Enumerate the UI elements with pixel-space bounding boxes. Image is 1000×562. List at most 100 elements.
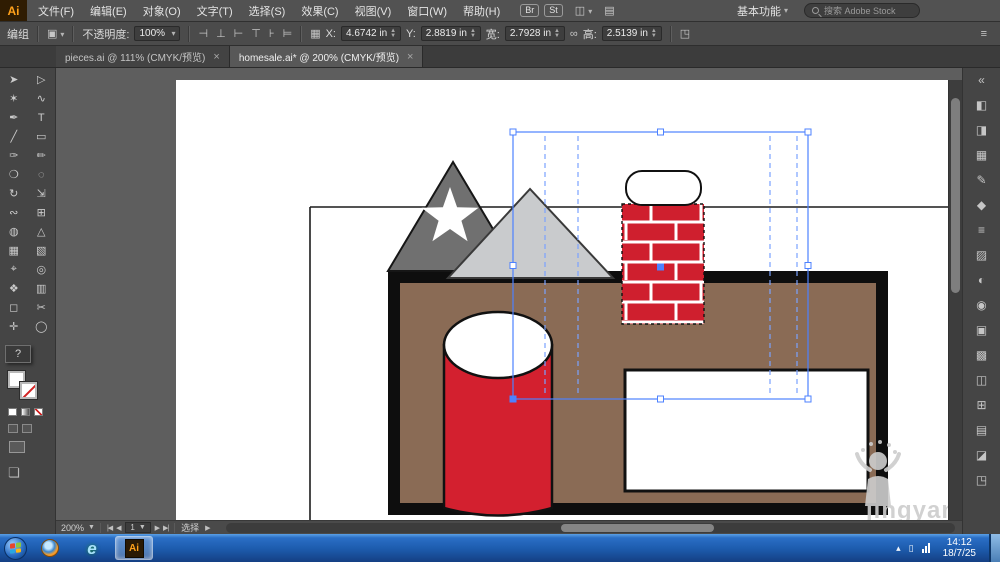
eyedropper-tool-icon[interactable]: ⌖ <box>0 260 28 279</box>
direct-selection-tool-icon[interactable]: ▷ <box>28 70 56 89</box>
align-h-center-icon[interactable]: ⊥ <box>216 27 226 40</box>
layers-panel-icon[interactable]: ▩ <box>967 345 997 365</box>
handle-top-center[interactable] <box>658 129 664 135</box>
rectangle-tool-icon[interactable]: ▭ <box>28 127 56 146</box>
y-input[interactable]: 2.8819 in▲▼ <box>421 26 481 41</box>
menu-item[interactable]: 效果(C) <box>293 3 346 19</box>
status-menu-arrow-icon[interactable]: ▶ <box>205 524 209 532</box>
network-icon[interactable] <box>922 543 930 553</box>
stroke-panel-icon[interactable]: ≡ <box>967 220 997 240</box>
swatches-panel-icon[interactable]: ▦ <box>967 145 997 165</box>
perspective-grid-tool-icon[interactable]: △ <box>28 222 56 241</box>
align-left-icon[interactable]: ⊣ <box>198 27 208 40</box>
align-bottom-icon[interactable]: ⊨ <box>283 27 293 40</box>
gradient-button[interactable] <box>21 408 30 416</box>
paintbrush-tool-icon[interactable]: ✑ <box>0 146 28 165</box>
screen-mode-button[interactable] <box>9 441 25 453</box>
stepper-icon[interactable]: ▲▼ <box>470 29 476 39</box>
zoom-tool-icon[interactable]: ◯ <box>28 317 56 336</box>
cylinder-top-ellipse[interactable] <box>444 312 552 378</box>
document-tab[interactable]: pieces.ai @ 111% (CMYK/预览) × <box>56 46 230 67</box>
vertical-scrollbar-thumb[interactable] <box>951 98 960 293</box>
symbols-panel-icon[interactable]: ◆ <box>967 195 997 215</box>
tab-close-icon[interactable]: × <box>213 51 219 63</box>
feedback-icon[interactable]: ❏ <box>8 465 55 481</box>
bridge-badge[interactable]: Br <box>520 4 539 18</box>
blob-brush-tool-icon[interactable]: ❍ <box>0 165 28 184</box>
symbol-sprayer-tool-icon[interactable]: ❖ <box>0 279 28 298</box>
vertical-scrollbar[interactable] <box>948 80 962 520</box>
menu-item[interactable]: 对象(O) <box>135 3 189 19</box>
type-tool-icon[interactable]: T <box>28 108 56 127</box>
lasso-tool-icon[interactable]: ∿ <box>28 89 56 108</box>
x-input[interactable]: 4.6742 in▲▼ <box>341 26 401 41</box>
document-tab[interactable]: homesale.ai* @ 200% (CMYK/预览) × <box>230 46 424 67</box>
align-right-icon[interactable]: ⊢ <box>234 27 244 40</box>
chimney-cap[interactable] <box>626 171 701 205</box>
none-button[interactable] <box>34 408 43 416</box>
handle-bottom-center[interactable] <box>658 396 664 402</box>
help-panel[interactable]: ? <box>5 345 31 363</box>
width-input[interactable]: 2.7928 in▲▼ <box>505 26 565 41</box>
fill-stroke-indicator[interactable] <box>8 371 40 401</box>
horizontal-scrollbar[interactable] <box>226 523 955 533</box>
artboard-number-input[interactable]: 1 ▼ <box>125 522 151 533</box>
canvas-area[interactable]: jingyan <box>56 68 962 534</box>
menu-item[interactable]: 视图(V) <box>347 3 400 19</box>
adobe-stock-search-input[interactable]: 搜索 Adobe Stock <box>804 3 920 18</box>
workspace-switcher[interactable]: 基本功能▾ <box>737 3 788 19</box>
window-rectangle[interactable] <box>625 370 868 491</box>
menu-item[interactable]: 文件(F) <box>30 3 82 19</box>
stroke-swatch[interactable] <box>20 382 37 399</box>
align-v-center-icon[interactable]: ⊦ <box>269 27 275 40</box>
shape-builder-tool-icon[interactable]: ◍ <box>0 222 28 241</box>
brushes-panel-icon[interactable]: ✎ <box>967 170 997 190</box>
opacity-input[interactable]: 100%▾ <box>134 26 180 41</box>
artboard[interactable]: jingyan <box>176 80 948 520</box>
last-artboard-icon[interactable]: ▶| <box>163 524 168 532</box>
stock-badge[interactable]: St <box>544 4 563 18</box>
handle-top-right[interactable] <box>805 129 811 135</box>
pen-tool-icon[interactable]: ✒ <box>0 108 28 127</box>
stepper-icon[interactable]: ▲▼ <box>554 29 560 39</box>
stepper-icon[interactable]: ▲▼ <box>390 29 396 39</box>
artboards-panel-icon[interactable]: ◫ <box>967 370 997 390</box>
pencil-tool-icon[interactable]: ✏ <box>28 146 56 165</box>
align-top-icon[interactable]: ⊤ <box>251 27 261 40</box>
artboard-tool-icon[interactable]: ◻ <box>0 298 28 317</box>
width-tool-icon[interactable]: ∾ <box>0 203 28 222</box>
draw-normal-button[interactable] <box>8 424 18 433</box>
mesh-tool-icon[interactable]: ▦ <box>0 241 28 260</box>
battery-icon[interactable]: ▯ <box>909 543 914 554</box>
next-artboard-icon[interactable]: ▶ <box>155 524 159 532</box>
handle-mid-right[interactable] <box>805 263 811 269</box>
first-artboard-icon[interactable]: |◀ <box>107 524 112 532</box>
menu-item[interactable]: 编辑(E) <box>82 3 135 19</box>
previous-artboard-icon[interactable]: ◀ <box>116 524 120 532</box>
layout-switcher-icon[interactable]: ▤ <box>604 4 614 17</box>
show-desktop-button[interactable] <box>989 534 1000 562</box>
menu-item[interactable]: 帮助(H) <box>455 3 508 19</box>
menu-item[interactable]: 选择(S) <box>241 3 294 19</box>
horizontal-scrollbar-thumb[interactable] <box>561 524 714 532</box>
slice-tool-icon[interactable]: ✂ <box>28 298 56 317</box>
transform-icon[interactable]: ◳ <box>680 27 690 40</box>
menu-item[interactable]: 文字(T) <box>189 3 241 19</box>
align-panel-icon[interactable]: ▤ <box>967 420 997 440</box>
tab-close-icon[interactable]: × <box>407 51 413 63</box>
taskbar-browser-button[interactable] <box>31 536 69 560</box>
selection-tool-icon[interactable]: ➤ <box>0 70 28 89</box>
navigator-panel-icon[interactable]: ◳ <box>967 470 997 490</box>
appearance-panel-icon[interactable]: ◉ <box>967 295 997 315</box>
column-graph-tool-icon[interactable]: ▥ <box>28 279 56 298</box>
gradient-panel-icon[interactable]: ▨ <box>967 245 997 265</box>
start-button[interactable] <box>4 537 27 560</box>
color-button[interactable] <box>8 408 17 416</box>
arrange-documents-icon[interactable]: ◫▾ <box>575 4 592 17</box>
color-panel-icon[interactable]: ◧ <box>967 95 997 115</box>
zoom-control[interactable]: 200% ▼ <box>61 523 94 533</box>
pathfinder-panel-icon[interactable]: ◪ <box>967 445 997 465</box>
hand-tool-icon[interactable]: ✛ <box>0 317 28 336</box>
height-input[interactable]: 2.5139 in▲▼ <box>602 26 662 41</box>
taskbar-internet-explorer-button[interactable]: e <box>73 536 111 560</box>
